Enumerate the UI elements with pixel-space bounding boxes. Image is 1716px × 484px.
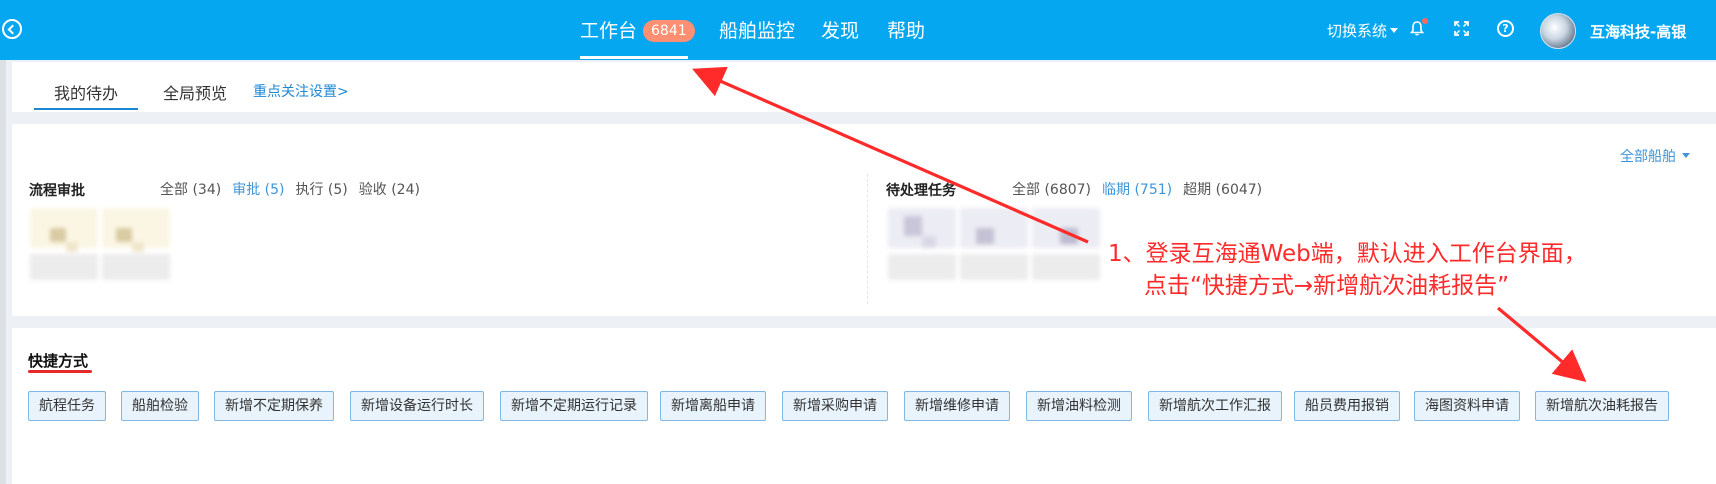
avatar[interactable]	[1540, 13, 1576, 49]
approval-filters: 全部 (34) 审批 (5) 执行 (5) 验收 (24)	[160, 179, 431, 199]
tab-my-todo[interactable]: 我的待办	[54, 80, 118, 104]
shortcut-crew-expense[interactable]: 船员费用报销	[1294, 391, 1400, 421]
shortcut-voyage-task[interactable]: 航程任务	[28, 391, 106, 421]
section-divider	[867, 174, 868, 304]
switch-system-label: 切换系统	[1327, 22, 1388, 40]
approval-section-title: 流程审批	[29, 183, 85, 199]
approval-filter-approve[interactable]: 审批 (5)	[232, 182, 284, 198]
nav-ship-monitoring[interactable]: 船舶监控	[719, 16, 795, 43]
nav-help[interactable]: 帮助	[887, 16, 925, 43]
tasks-filter-due-soon[interactable]: 临期 (751)	[1102, 182, 1172, 198]
back-icon[interactable]	[2, 19, 22, 39]
fullscreen-icon[interactable]	[1454, 21, 1469, 36]
tasks-filter-overdue[interactable]: 超期 (6047)	[1183, 182, 1262, 198]
shortcuts-title-underline	[28, 370, 92, 373]
left-edge-strip	[0, 60, 6, 484]
approval-filter-all[interactable]: 全部 (34)	[160, 182, 221, 198]
shortcut-add-unscheduled-run-record[interactable]: 新增不定期运行记录	[500, 391, 648, 421]
approval-stat-blurred[interactable]	[30, 208, 98, 288]
help-icon[interactable]: ?	[1497, 20, 1514, 37]
tab-global-overview[interactable]: 全局预览	[163, 80, 227, 104]
shortcut-chart-request[interactable]: 海图资料申请	[1414, 391, 1520, 421]
chevron-down-icon	[1390, 28, 1399, 33]
tasks-section-title: 待处理任务	[886, 183, 956, 199]
task-stat-blurred[interactable]	[888, 208, 956, 288]
active-nav-indicator	[580, 56, 688, 59]
shortcut-add-leave-ship-request[interactable]: 新增离船申请	[660, 391, 766, 421]
shortcut-add-unscheduled-maintenance[interactable]: 新增不定期保养	[214, 391, 334, 421]
workbench-page: 工作台 6841 船舶监控 发现 帮助 切换系统 ? 互海科技-高银 我的待办 全…	[0, 0, 1716, 484]
tasks-filter-all[interactable]: 全部 (6807)	[1012, 182, 1091, 198]
shortcuts-panel: 快捷方式 航程任务 船舶检验 新增不定期保养 新增设备运行时长 新增不定期运行记…	[12, 328, 1716, 484]
user-name[interactable]: 互海科技-高银	[1590, 21, 1686, 42]
notification-dot	[1422, 18, 1428, 24]
caret-down-icon	[1682, 153, 1690, 158]
approval-stat-blurred[interactable]	[102, 208, 170, 288]
nav-workbench-label: 工作台	[580, 20, 638, 42]
annotation-line-2: 点击“快捷方式→新增航次油耗报告”	[1144, 273, 1510, 299]
nav-workbench[interactable]: 工作台 6841	[580, 16, 695, 43]
shortcuts-title: 快捷方式	[28, 352, 89, 370]
top-navigation-bar: 工作台 6841 船舶监控 发现 帮助 切换系统 ? 互海科技-高银	[0, 0, 1716, 60]
tabs-bar: 我的待办 全局预览 重点关注设置>	[12, 62, 1716, 112]
switch-system-dropdown[interactable]: 切换系统	[1327, 20, 1399, 41]
focus-settings-link[interactable]: 重点关注设置>	[253, 81, 349, 101]
active-tab-indicator	[34, 108, 138, 110]
shortcut-add-repair-request[interactable]: 新增维修申请	[904, 391, 1010, 421]
bell-icon[interactable]	[1410, 21, 1424, 36]
shortcut-add-purchase-request[interactable]: 新增采购申请	[782, 391, 888, 421]
all-ships-dropdown[interactable]: 全部船舶	[1620, 146, 1690, 166]
tasks-filters: 全部 (6807) 临期 (751) 超期 (6047)	[1012, 179, 1273, 199]
approval-filter-accept[interactable]: 验收 (24)	[359, 182, 420, 198]
shortcut-add-equipment-runtime[interactable]: 新增设备运行时长	[350, 391, 484, 421]
annotation-line-1: 1、登录互海通Web端，默认进入工作台界面，	[1108, 241, 1587, 267]
shortcut-ship-inspection[interactable]: 船舶检验	[121, 391, 199, 421]
shortcut-add-oil-test[interactable]: 新增油料检测	[1026, 391, 1132, 421]
nav-discover[interactable]: 发现	[821, 16, 859, 43]
shortcut-add-voyage-fuel-report[interactable]: 新增航次油耗报告	[1535, 391, 1669, 421]
workbench-count-badge: 6841	[643, 20, 695, 42]
approval-filter-execute[interactable]: 执行 (5)	[295, 182, 347, 198]
task-stat-blurred[interactable]	[1032, 208, 1100, 288]
task-stat-blurred[interactable]	[960, 208, 1028, 288]
all-ships-label: 全部船舶	[1620, 149, 1676, 165]
shortcut-add-voyage-report[interactable]: 新增航次工作汇报	[1148, 391, 1282, 421]
